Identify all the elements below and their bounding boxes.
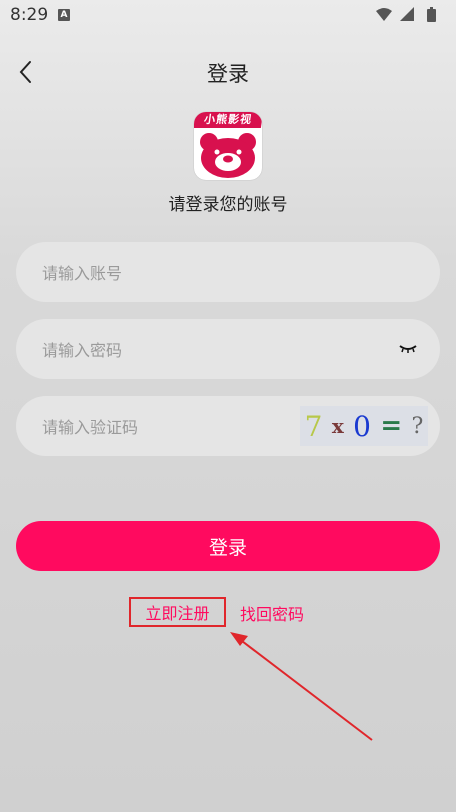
status-icons (374, 6, 448, 24)
captcha-char: 7 (304, 409, 323, 443)
login-subtitle: 请登录您的账号 (168, 195, 288, 215)
password-visibility-toggle[interactable] (398, 339, 418, 359)
battery-icon (427, 7, 436, 22)
captcha-field[interactable]: 7 x 0 = ? (16, 396, 440, 458)
signal-icon (400, 7, 414, 21)
captcha-char: = (380, 411, 403, 441)
page-title: 登录 (207, 62, 249, 86)
recover-password-link[interactable]: 找回密码 (240, 601, 304, 625)
password-input[interactable] (40, 319, 314, 381)
app-logo: 小熊影视 (194, 112, 262, 180)
status-bar: 8:29 A (0, 0, 456, 30)
status-time: 8:29 (10, 5, 49, 25)
nav-bar: 登录 (0, 50, 456, 94)
captcha-char: x (331, 414, 344, 438)
account-field[interactable] (16, 242, 440, 304)
captcha-char: ? (411, 413, 424, 439)
captcha-char: 0 (353, 409, 371, 443)
eye-closed-icon (399, 345, 417, 353)
login-button[interactable]: 登录 (16, 521, 440, 571)
logo-banner-text: 小熊影视 (194, 112, 262, 128)
bear-icon (200, 133, 256, 178)
captcha-image[interactable]: 7 x 0 = ? (300, 406, 428, 446)
register-link[interactable]: 立即注册 (129, 597, 226, 627)
account-input[interactable] (40, 242, 314, 304)
notification-app-icon: A (58, 9, 70, 21)
password-field[interactable] (16, 319, 440, 381)
wifi-icon (376, 8, 392, 21)
captcha-input[interactable] (40, 396, 314, 458)
